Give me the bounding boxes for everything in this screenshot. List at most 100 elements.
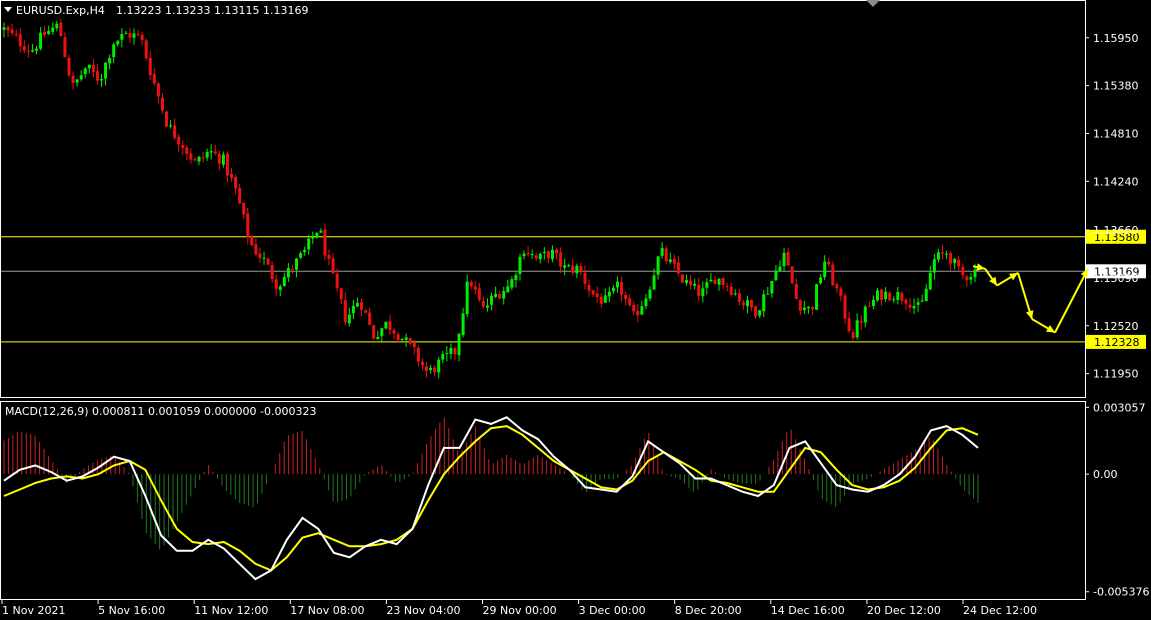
candle-body — [234, 176, 238, 189]
candle-body — [59, 22, 63, 37]
candle-body — [896, 292, 900, 300]
candle-body — [494, 293, 498, 297]
candle-body — [185, 147, 189, 154]
candle-body — [376, 337, 380, 339]
candle-body — [916, 302, 920, 305]
price-tick-label: 1.15950 — [1093, 32, 1139, 45]
candle-body — [420, 361, 424, 366]
candle-body — [636, 311, 640, 316]
candle-body — [530, 254, 534, 256]
candle-body — [384, 321, 388, 329]
candle-body — [786, 251, 790, 266]
candle-body — [892, 299, 896, 301]
candle-body — [290, 268, 294, 270]
signal-line — [3, 425, 979, 572]
candle-body — [327, 254, 331, 259]
symbol-menu-caret-icon[interactable] — [4, 7, 12, 12]
candle-body — [433, 367, 437, 373]
candle-body — [969, 277, 973, 280]
candle-body — [798, 300, 802, 311]
candle-body — [819, 277, 823, 284]
candle-body — [79, 75, 83, 80]
candle-body — [656, 256, 660, 275]
candle-body — [766, 293, 770, 295]
shift-marker-icon[interactable] — [866, 0, 880, 7]
macd-line — [3, 416, 979, 581]
candle-body — [87, 64, 91, 69]
candle-body — [120, 34, 124, 40]
candle-body — [160, 97, 164, 111]
candle-body — [859, 321, 863, 323]
level-price-label: 1.12328 — [1094, 336, 1140, 349]
candle-body — [221, 154, 225, 165]
candle-body — [810, 307, 814, 310]
candle-body — [863, 306, 867, 323]
candle-body — [124, 33, 128, 35]
candle-body — [335, 273, 339, 289]
candle-body — [737, 293, 741, 302]
candle-body — [632, 304, 636, 312]
price-panel-frame — [0, 0, 1086, 398]
candle-body — [412, 342, 416, 348]
candle-body — [790, 266, 794, 284]
symbol-label[interactable]: EURUSD.Exp,H4 — [16, 4, 105, 17]
candle-body — [14, 33, 18, 36]
candle-body — [128, 33, 132, 38]
price-tick-label: 1.12520 — [1093, 320, 1139, 333]
price-tick-label: 1.15380 — [1093, 80, 1139, 93]
candle-body — [827, 261, 831, 265]
candle-body — [67, 57, 71, 76]
candle-body — [416, 348, 420, 362]
candle-body — [95, 71, 99, 81]
candle-body — [664, 248, 668, 262]
candle-body — [205, 151, 209, 158]
candle-body — [563, 265, 567, 268]
candle-body — [802, 307, 806, 311]
candle-body — [400, 338, 404, 341]
candle-body — [729, 286, 733, 295]
candle-body — [693, 283, 697, 286]
candle-body — [165, 111, 169, 127]
candle-body — [823, 261, 827, 278]
candle-body — [193, 159, 197, 161]
candle-body — [274, 279, 278, 289]
candle-body — [100, 79, 104, 81]
time-tick-label: 8 Dec 20:00 — [675, 604, 742, 617]
candle-body — [936, 252, 940, 260]
candle-body — [250, 236, 254, 246]
time-tick-label: 14 Dec 16:00 — [771, 604, 845, 617]
candle-body — [620, 282, 624, 295]
candle-body — [286, 267, 290, 278]
candle-body — [339, 288, 343, 300]
candle-body — [526, 253, 530, 255]
candle-body — [624, 294, 628, 299]
candle-body — [266, 258, 270, 265]
macd-histogram — [3, 417, 979, 550]
forecast-arrowhead — [989, 276, 997, 286]
candle-body — [546, 251, 550, 259]
candle-body — [648, 289, 652, 299]
macd-tick-label: 0.00 — [1093, 468, 1118, 481]
candle-body — [355, 302, 359, 307]
candle-body — [920, 300, 924, 302]
candle-body — [762, 294, 766, 312]
candle-body — [924, 288, 928, 302]
candle-body — [741, 302, 745, 306]
time-tick-label: 23 Nov 04:00 — [386, 604, 460, 617]
time-tick-label: 17 Nov 08:00 — [290, 604, 364, 617]
candle-body — [481, 300, 485, 307]
candle-body — [697, 284, 701, 296]
candle-body — [782, 252, 786, 267]
time-tick-label: 5 Nov 16:00 — [98, 604, 165, 617]
candle-body — [148, 57, 152, 75]
candle-body — [225, 153, 229, 176]
candle-body — [75, 79, 79, 83]
candle-body — [347, 314, 351, 324]
candle-body — [888, 292, 892, 301]
candle-body — [884, 291, 888, 300]
candle-body — [701, 288, 705, 297]
macd-indicator-label: MACD(12,26,9) 0.000811 0.001059 0.000000… — [5, 405, 316, 418]
candle-body — [855, 320, 859, 338]
candle-body — [364, 310, 368, 313]
candle-body — [835, 284, 839, 289]
